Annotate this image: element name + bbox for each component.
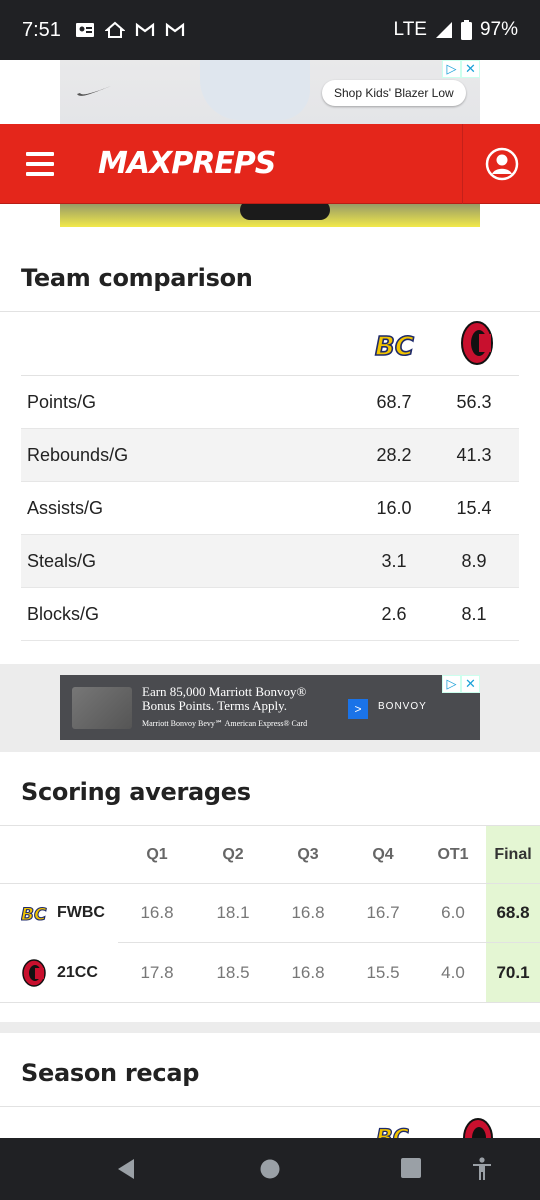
divider bbox=[0, 1002, 540, 1003]
svg-text:BC: BC bbox=[375, 332, 414, 362]
stat-value-team1: 68.7 bbox=[376, 391, 412, 412]
stat-label: Points/G bbox=[27, 391, 97, 412]
team-logo-fwbc[interactable]: BC bbox=[375, 1123, 409, 1138]
account-button[interactable] bbox=[462, 124, 540, 204]
team-cell[interactable]: BC FWBC bbox=[21, 902, 105, 924]
site-logo[interactable]: MAXPREPS bbox=[98, 146, 276, 181]
ad-headline: Earn 85,000 Marriott Bonvoy® Bonus Point… bbox=[142, 684, 307, 713]
stat-value-team1: 3.1 bbox=[381, 550, 407, 571]
status-time: 7:51 bbox=[22, 18, 61, 41]
ad-brand: BONVOY bbox=[378, 701, 427, 712]
close-ad-icon[interactable]: ✕ bbox=[461, 675, 480, 693]
quarter-score: 16.8 bbox=[291, 903, 325, 922]
stat-label: Steals/G bbox=[27, 550, 97, 571]
adchoices-icon[interactable]: ▷ bbox=[442, 675, 461, 693]
quarter-score: 16.8 bbox=[291, 962, 325, 982]
system-nav-bar bbox=[0, 1138, 540, 1200]
back-icon[interactable] bbox=[116, 1158, 136, 1180]
stat-row: Steals/G 3.1 8.9 bbox=[21, 535, 519, 588]
divider bbox=[0, 1106, 540, 1107]
ad-choices[interactable]: ▷ ✕ bbox=[442, 675, 480, 693]
team-logo-21cc bbox=[22, 958, 46, 987]
ad-choices[interactable]: ▷ ✕ bbox=[442, 60, 480, 78]
quarter-score: 6.0 bbox=[441, 903, 465, 922]
ad-banner-mid[interactable]: Earn 85,000 Marriott Bonvoy® Bonus Point… bbox=[60, 675, 480, 740]
adchoices-icon[interactable]: ▷ bbox=[442, 60, 461, 78]
quarter-score: 18.1 bbox=[216, 903, 250, 922]
stat-value-team2: 41.3 bbox=[456, 444, 492, 465]
svg-text:BC: BC bbox=[21, 905, 47, 924]
account-icon bbox=[485, 147, 518, 181]
stat-row: Assists/G 16.0 15.4 bbox=[21, 482, 519, 535]
stat-row: Blocks/G 2.6 8.1 bbox=[21, 588, 519, 641]
battery-percent: 97% bbox=[479, 19, 518, 40]
quarter-score: 16.7 bbox=[366, 903, 400, 922]
final-score: 70.1 bbox=[496, 962, 530, 982]
team-name: FWBC bbox=[57, 904, 105, 921]
column-header: Q4 bbox=[372, 845, 394, 863]
home-status-icon bbox=[104, 21, 125, 38]
gmail-icon bbox=[165, 22, 185, 36]
stat-label: Assists/G bbox=[27, 497, 104, 518]
team-logo-21cc[interactable] bbox=[460, 320, 494, 366]
stat-value-team2: 8.1 bbox=[461, 603, 487, 624]
scoring-table: Q1 Q2 Q3 Q4 OT1 Final BC FWBC 16.8 18.1 … bbox=[0, 826, 540, 1002]
close-ad-icon[interactable]: ✕ bbox=[461, 60, 480, 78]
ad-banner-mid-container: Earn 85,000 Marriott Bonvoy® Bonus Point… bbox=[0, 664, 540, 752]
team-comparison-header: BC bbox=[21, 312, 519, 376]
ad-cta-button[interactable]: Shop Kids' Blazer Low bbox=[322, 80, 466, 106]
stat-value-team1: 28.2 bbox=[376, 444, 412, 465]
credit-card-image bbox=[72, 687, 132, 729]
column-header: OT1 bbox=[437, 845, 469, 863]
stat-value-team2: 56.3 bbox=[456, 391, 492, 412]
section-title: Scoring averages bbox=[21, 778, 251, 806]
stat-row: Points/G 68.7 56.3 bbox=[21, 376, 519, 429]
home-icon[interactable] bbox=[259, 1158, 281, 1180]
contacts-icon bbox=[75, 23, 94, 37]
section-title: Team comparison bbox=[21, 264, 253, 292]
table-row: BC FWBC 16.8 18.1 16.8 16.7 6.0 68.8 bbox=[0, 884, 540, 943]
hamburger-menu-icon[interactable] bbox=[0, 124, 80, 204]
stat-row: Rebounds/G 28.2 41.3 bbox=[21, 429, 519, 482]
stat-value-team2: 15.4 bbox=[456, 497, 492, 518]
column-header: Q3 bbox=[297, 845, 319, 863]
season-recap-section: Season recap BC bbox=[0, 1033, 540, 1138]
final-score: 68.8 bbox=[496, 903, 530, 922]
stat-label: Rebounds/G bbox=[27, 444, 129, 465]
stat-value-team2: 8.9 bbox=[461, 550, 487, 571]
quarter-score: 4.0 bbox=[441, 962, 465, 982]
section-title: Season recap bbox=[21, 1059, 200, 1087]
quarter-score: 15.5 bbox=[366, 962, 400, 982]
svg-text:BC: BC bbox=[376, 1126, 409, 1138]
table-row: 21CC 17.8 18.5 16.8 15.5 4.0 70.1 bbox=[0, 943, 540, 1002]
team-logo-fwbc[interactable]: BC bbox=[373, 328, 415, 362]
stat-value-team1: 16.0 bbox=[376, 497, 412, 518]
stat-value-team1: 2.6 bbox=[381, 603, 407, 624]
status-bar: 7:51 LTE 97% bbox=[0, 0, 540, 60]
ad-arrow-icon[interactable]: > bbox=[348, 699, 368, 719]
network-label: LTE bbox=[393, 19, 427, 40]
table-header-row: Q1 Q2 Q3 Q4 OT1 Final bbox=[0, 826, 540, 884]
column-header: Q1 bbox=[146, 845, 168, 863]
team-cell[interactable]: 21CC bbox=[21, 958, 98, 987]
scoring-averages-section: Scoring averages Q1 Q2 Q3 Q4 OT1 Final B… bbox=[0, 752, 540, 1022]
stat-label: Blocks/G bbox=[27, 603, 100, 624]
battery-icon bbox=[460, 20, 472, 40]
quarter-score: 16.8 bbox=[140, 903, 174, 922]
recents-icon[interactable] bbox=[401, 1158, 421, 1178]
column-header: Q2 bbox=[222, 845, 244, 863]
team-logo-fwbc: BC bbox=[21, 904, 47, 924]
column-header: Final bbox=[494, 845, 532, 863]
ad-subtext: Marriott Bonvoy Bevy℠ American Express® … bbox=[142, 719, 308, 728]
quarter-score: 18.5 bbox=[216, 962, 250, 982]
team-name: 21CC bbox=[57, 963, 98, 981]
quarter-score: 17.8 bbox=[140, 962, 174, 982]
nike-logo-icon bbox=[77, 86, 111, 96]
site-header: MAXPREPS bbox=[0, 124, 540, 204]
accessibility-icon[interactable] bbox=[471, 1157, 493, 1181]
ad-shoe-image bbox=[200, 60, 310, 120]
gmail-icon bbox=[135, 22, 155, 36]
signal-icon bbox=[435, 22, 452, 38]
team-logo-21cc[interactable] bbox=[462, 1118, 494, 1138]
